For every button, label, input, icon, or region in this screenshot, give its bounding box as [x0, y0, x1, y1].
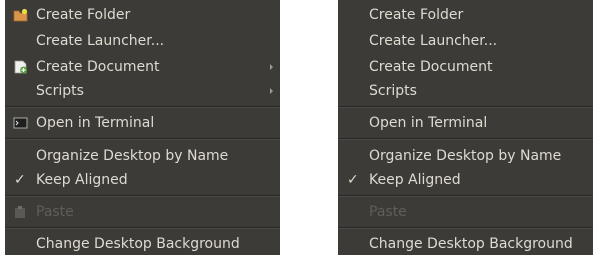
- menu-item-keep-aligned[interactable]: ✓ Keep Aligned: [338, 169, 593, 191]
- terminal-icon: [13, 117, 28, 129]
- menu-item-create-document[interactable]: Create Document: [338, 56, 593, 78]
- menu-separator: [5, 106, 280, 108]
- menu-separator: [5, 138, 280, 140]
- menu-item-label: Create Launcher...: [369, 33, 498, 49]
- menu-item-label: Keep Aligned: [36, 172, 128, 188]
- menu-item-label: Create Folder: [36, 7, 131, 23]
- menu-item-change-background[interactable]: Change Desktop Background: [338, 233, 593, 255]
- menu-item-create-launcher[interactable]: Create Launcher...: [5, 30, 280, 52]
- submenu-arrow-icon: [270, 88, 273, 94]
- menu-item-paste[interactable]: Paste: [5, 201, 280, 223]
- menu-item-scripts[interactable]: Scripts: [338, 80, 593, 102]
- menu-item-label: Create Document: [369, 59, 493, 75]
- check-mark-icon: ✓: [14, 172, 26, 188]
- menu-item-create-folder[interactable]: Create Folder: [5, 4, 280, 26]
- menu-item-label: Open in Terminal: [36, 115, 155, 131]
- menu-item-label: Organize Desktop by Name: [369, 148, 562, 164]
- menu-item-label: Scripts: [36, 83, 84, 99]
- menu-separator: [338, 138, 593, 140]
- menu-item-label: Paste: [36, 204, 74, 220]
- menu-separator: [338, 227, 593, 229]
- menu-item-scripts[interactable]: Scripts: [5, 80, 280, 102]
- menu-item-label: Change Desktop Background: [36, 236, 240, 252]
- menu-item-label: Change Desktop Background: [369, 236, 573, 252]
- menu-item-label: Scripts: [369, 83, 417, 99]
- clipboard-icon: [15, 206, 25, 218]
- menu-item-create-document[interactable]: Create Document: [5, 56, 280, 78]
- desktop-context-menu-with-icons: Create Folder Create Launcher... Create …: [5, 0, 280, 255]
- menu-item-label: Organize Desktop by Name: [36, 148, 229, 164]
- menu-item-organize-desktop[interactable]: Organize Desktop by Name: [5, 145, 280, 167]
- submenu-arrow-icon: [270, 64, 273, 70]
- menu-item-keep-aligned[interactable]: ✓ Keep Aligned: [5, 169, 280, 191]
- menu-item-label: Keep Aligned: [369, 172, 461, 188]
- menu-separator: [5, 195, 280, 197]
- menu-item-paste[interactable]: Paste: [338, 201, 593, 223]
- menu-separator: [338, 106, 593, 108]
- menu-item-open-terminal[interactable]: Open in Terminal: [5, 112, 280, 134]
- menu-separator: [5, 227, 280, 229]
- menu-item-label: Create Folder: [369, 7, 464, 23]
- menu-item-label: Paste: [369, 204, 407, 220]
- menu-item-label: Create Launcher...: [36, 33, 165, 49]
- menu-separator: [338, 195, 593, 197]
- menu-item-change-background[interactable]: Change Desktop Background: [5, 233, 280, 255]
- check-mark-icon: ✓: [347, 172, 359, 188]
- folder-new-icon: [13, 8, 28, 22]
- menu-item-open-terminal[interactable]: Open in Terminal: [338, 112, 593, 134]
- menu-item-create-folder[interactable]: Create Folder: [338, 4, 593, 26]
- menu-item-organize-desktop[interactable]: Organize Desktop by Name: [338, 145, 593, 167]
- document-new-icon: [14, 60, 27, 74]
- menu-item-create-launcher[interactable]: Create Launcher...: [338, 30, 593, 52]
- menu-item-label: Create Document: [36, 59, 160, 75]
- desktop-context-menu-without-icons: Create Folder Create Launcher... Create …: [338, 0, 593, 255]
- menu-item-label: Open in Terminal: [369, 115, 488, 131]
